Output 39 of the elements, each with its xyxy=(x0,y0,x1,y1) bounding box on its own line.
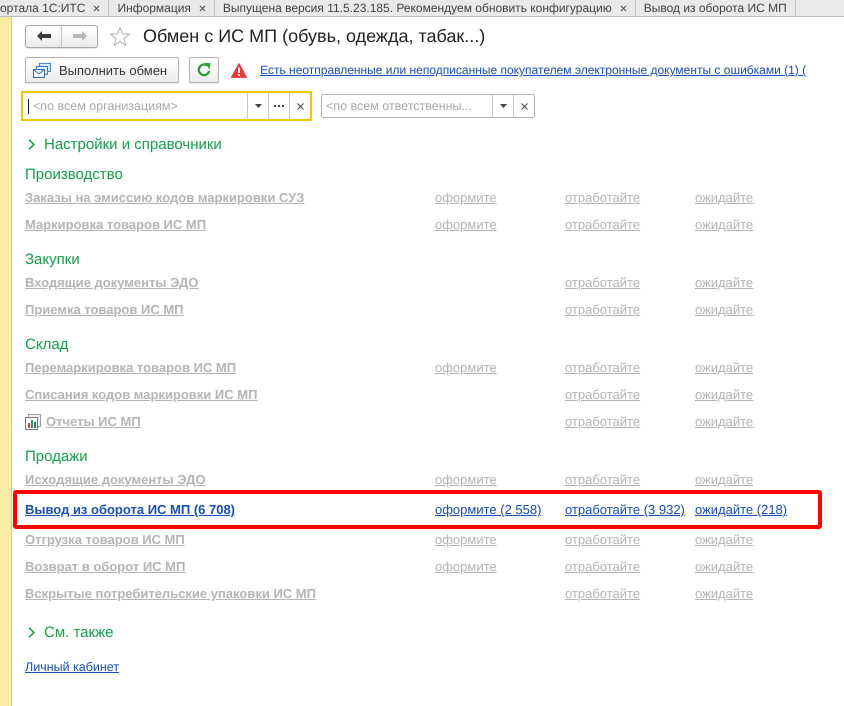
star-icon[interactable] xyxy=(109,26,131,46)
window-tab[interactable]: ортала 1С:ИТС xyxy=(0,0,110,16)
action-link[interactable]: отработайте (3 932) xyxy=(565,502,685,517)
section-title: Склад xyxy=(25,335,68,354)
window-tab[interactable]: Вывод из оборота ИС МП xyxy=(636,0,796,16)
collapsible-group-header[interactable]: См. также xyxy=(25,623,114,641)
arrow-right-icon xyxy=(72,31,86,41)
close-icon[interactable] xyxy=(198,4,206,12)
window-tab[interactable]: Информация xyxy=(109,0,215,16)
arrow-left-icon xyxy=(36,31,50,41)
document-link[interactable]: Вывод из оборота ИС МП (6 708) xyxy=(25,502,236,517)
clear-icon xyxy=(296,102,304,110)
section-title: Закупки xyxy=(25,250,80,269)
action-link[interactable]: ожидайте (218) xyxy=(695,502,788,517)
exchange-button[interactable]: Выполнить обмен xyxy=(25,57,180,83)
collapsible-group-header[interactable]: Настройки и справочники xyxy=(25,135,222,153)
filter-field[interactable]: <по всем организациям> xyxy=(21,91,312,121)
section-title: Производство xyxy=(25,165,123,184)
account-link[interactable]: Личный кабинет xyxy=(25,660,120,674)
filter-field[interactable]: <по всем ответственны... xyxy=(321,94,535,118)
caret-down-icon xyxy=(254,104,262,108)
window-tab[interactable]: Выпущена версия 11.5.23.185. Рекомендуем обновить конфигурацию xyxy=(214,0,636,16)
caret-down-icon xyxy=(500,104,506,108)
warning-icon xyxy=(231,62,248,78)
section-title: Продажи xyxy=(25,447,88,466)
refresh-button[interactable] xyxy=(189,57,220,83)
envelopes-icon xyxy=(33,62,51,78)
close-icon[interactable] xyxy=(93,4,100,12)
text-cursor-icon xyxy=(28,98,29,114)
back-button[interactable] xyxy=(25,24,62,48)
chevron-right-icon xyxy=(28,138,35,150)
chevron-right-icon xyxy=(28,626,35,638)
report-icon xyxy=(25,414,41,430)
warning-link[interactable]: Есть неотправленные или неподписанные покупателем электронные документы с ошибками (1) ( xyxy=(260,63,806,77)
clear-icon xyxy=(520,102,528,110)
action-link[interactable]: оформите (2 558) xyxy=(435,502,542,517)
refresh-icon xyxy=(196,62,212,78)
close-icon[interactable] xyxy=(620,4,627,12)
page-title: Обмен с ИС МП (обувь, одежда, табак...) xyxy=(143,26,486,46)
